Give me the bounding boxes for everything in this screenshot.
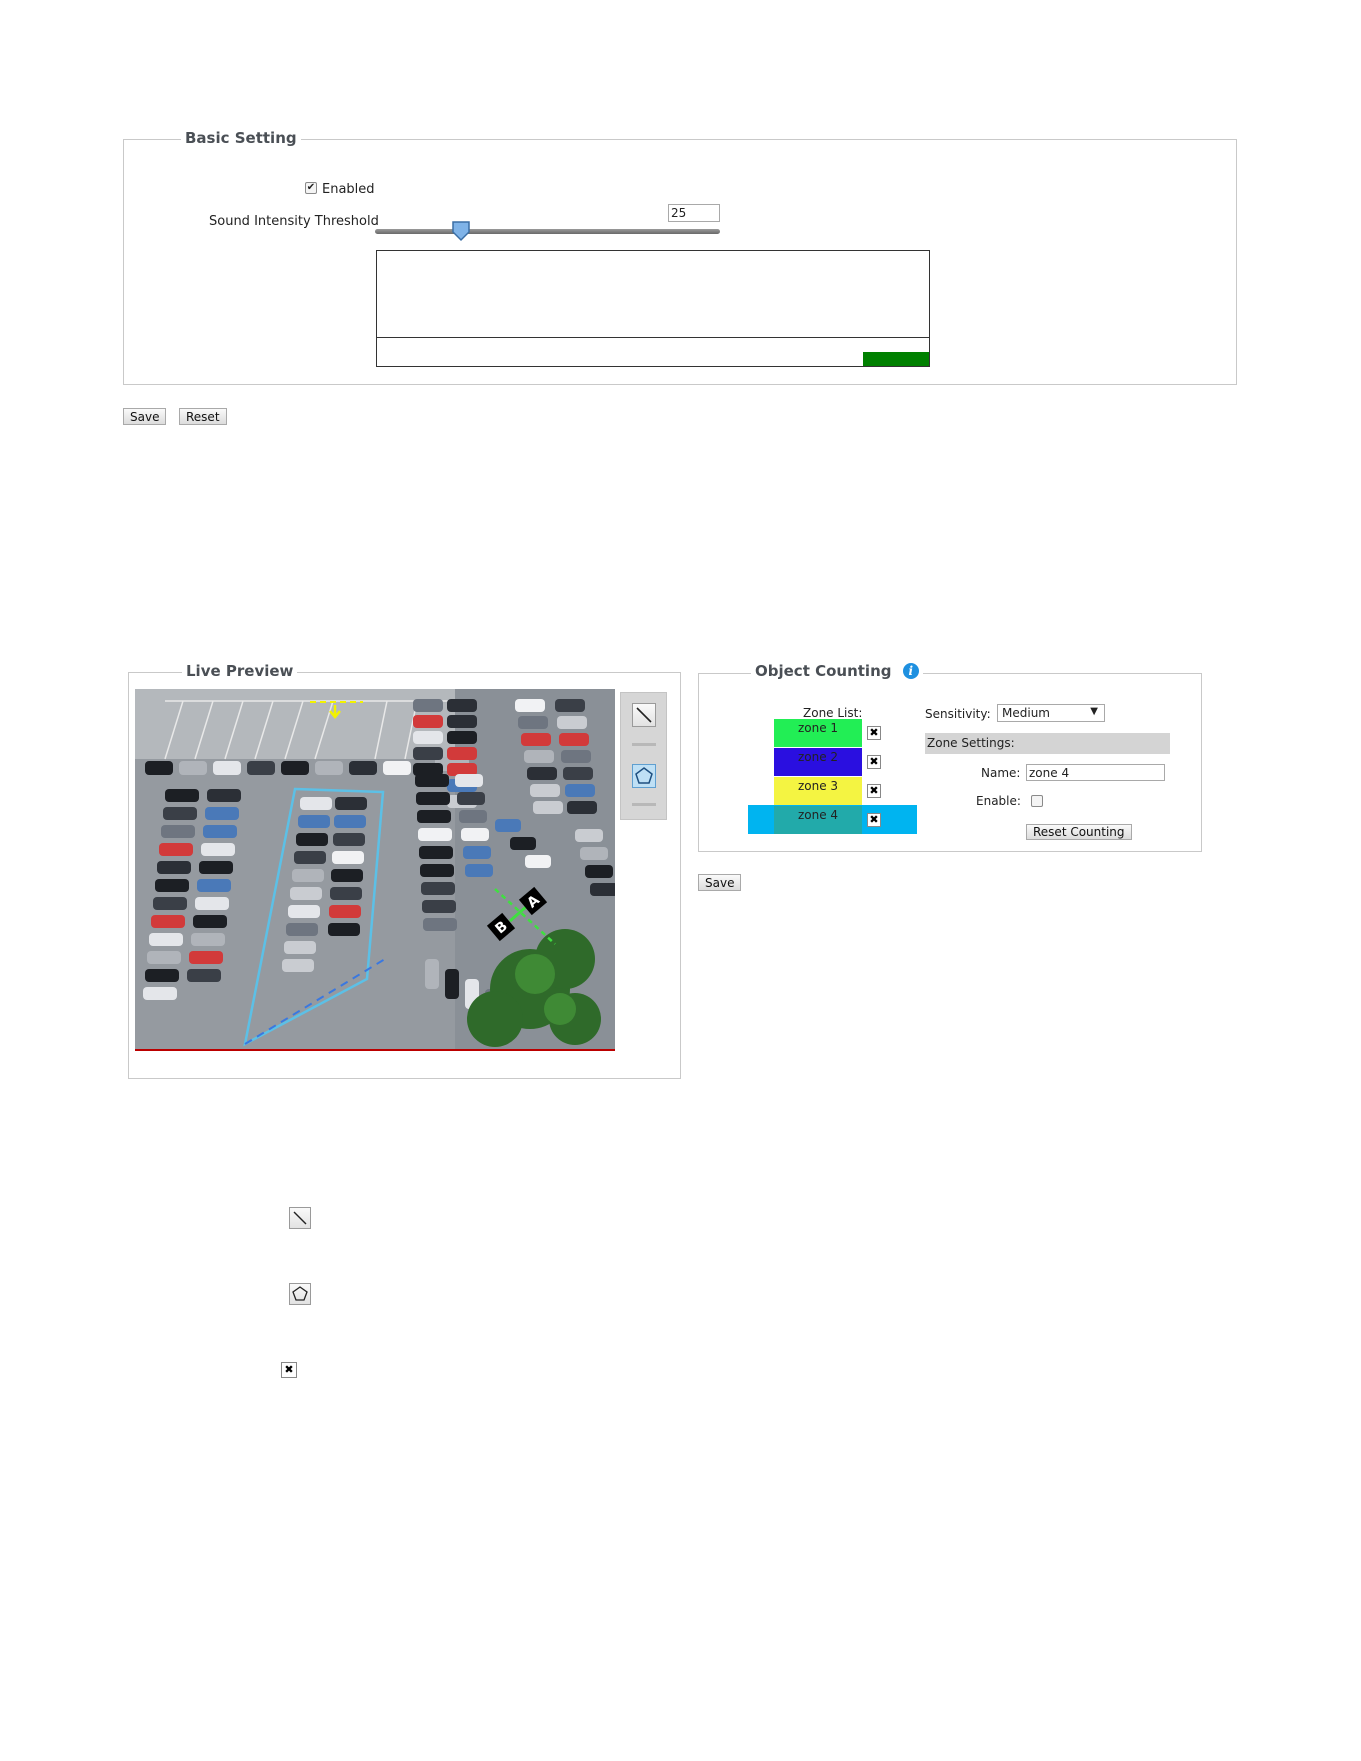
zone-name-label: Name: [981, 766, 1021, 780]
live-preview-legend: Live Preview [182, 662, 298, 680]
zone-item[interactable]: zone 2 [774, 748, 862, 776]
zone-enable-label: Enable: [976, 794, 1021, 808]
dropdown-arrow-icon: ▼ [1090, 706, 1098, 717]
legend-polygon-tool [289, 1283, 311, 1305]
sound-level-graph [376, 250, 930, 367]
camera-preview[interactable]: A B [135, 689, 615, 1051]
zone-item[interactable]: zone 1 [774, 719, 862, 747]
polygon-tool-icon [292, 1286, 308, 1301]
reset-button[interactable]: Reset [179, 408, 227, 425]
legend-line-tool [289, 1207, 311, 1229]
legend-delete-icon: ✖ [281, 1362, 297, 1378]
toolbar-divider [632, 743, 656, 746]
parking-lot-image: A B [135, 689, 615, 1051]
delete-zone-button[interactable]: ✖ [867, 726, 881, 740]
zone-settings-header: Zone Settings: [925, 733, 1170, 754]
zone-list-label: Zone List: [803, 706, 863, 720]
reset-counting-button[interactable]: Reset Counting [1026, 824, 1132, 840]
polygon-tool-button[interactable] [632, 764, 656, 788]
enabled-label: Enabled [322, 182, 375, 197]
object-counting-save-button[interactable]: Save [698, 874, 742, 891]
drawing-toolbar [620, 692, 667, 820]
delete-zone-button[interactable]: ✖ [867, 813, 881, 827]
object-counting-legend: Object Counting i [751, 662, 923, 680]
save-button[interactable]: Save [123, 408, 167, 425]
line-tool-icon [293, 1211, 307, 1225]
zone-name-input[interactable]: zone 4 [1026, 764, 1165, 781]
polygon-tool-icon [635, 767, 653, 784]
zone-item[interactable]: zone 3 [774, 777, 862, 805]
delete-zone-button[interactable]: ✖ [867, 755, 881, 769]
sensitivity-value: Medium [1002, 706, 1050, 720]
delete-zone-button[interactable]: ✖ [867, 784, 881, 798]
threshold-slider-handle[interactable] [451, 220, 471, 242]
sound-level-bar [863, 352, 929, 366]
threshold-label: Sound Intensity Threshold [209, 214, 379, 229]
enabled-checkbox[interactable]: ✔ [305, 182, 317, 194]
threshold-slider-track[interactable] [375, 229, 720, 234]
line-tool-button[interactable] [632, 703, 656, 727]
sensitivity-label: Sensitivity: [925, 707, 991, 721]
object-counting-title: Object Counting [755, 662, 892, 680]
basic-setting-legend: Basic Setting [181, 129, 301, 147]
toolbar-divider [632, 803, 656, 806]
zone-settings-title: Zone Settings: [927, 736, 1015, 750]
graph-baseline [377, 337, 929, 338]
line-tool-icon [636, 707, 652, 723]
zone-item[interactable]: zone 4 [774, 806, 862, 834]
threshold-input[interactable]: 25 [668, 204, 720, 222]
sensitivity-select[interactable]: Medium ▼ [997, 704, 1105, 722]
info-icon[interactable]: i [902, 663, 919, 679]
zone-enable-checkbox[interactable] [1031, 795, 1043, 807]
